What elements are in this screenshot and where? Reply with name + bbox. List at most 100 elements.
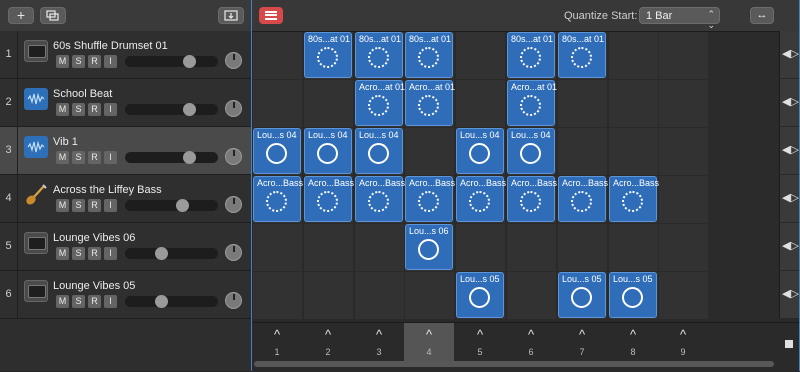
track-stop-button[interactable]: ◀▷ <box>779 175 799 222</box>
empty-cell[interactable] <box>710 32 778 79</box>
track-row[interactable]: 6 Lounge Vibes 05 M S R I <box>0 271 251 319</box>
record-enable-button[interactable]: R <box>88 55 101 68</box>
mute-button[interactable]: M <box>56 55 69 68</box>
track-row[interactable]: 4 Across the Liffey Bass M S R I <box>0 175 251 223</box>
loop-cell[interactable]: Acro...Bass <box>355 176 405 222</box>
volume-slider[interactable] <box>125 295 218 308</box>
empty-cell[interactable] <box>710 272 778 319</box>
pan-knob[interactable] <box>225 292 242 309</box>
scene-trigger[interactable]: ^ 6 <box>506 323 556 363</box>
scene-trigger[interactable]: ^ 8 <box>608 323 658 363</box>
empty-cell[interactable] <box>405 272 454 319</box>
loop-cell[interactable]: Acro...Bass <box>253 176 303 222</box>
empty-cell[interactable] <box>609 128 658 175</box>
volume-slider-handle[interactable] <box>183 55 196 68</box>
pan-knob[interactable] <box>225 52 242 69</box>
loop-cell[interactable]: 80s...at 01 <box>304 32 352 78</box>
loop-cell[interactable]: Acro...Bass <box>507 176 557 222</box>
empty-cell[interactable] <box>456 80 505 127</box>
loop-cell[interactable]: Acro...Bass <box>304 176 354 222</box>
scene-trigger[interactable]: ^ 2 <box>303 323 353 363</box>
add-track-button[interactable]: + <box>8 7 34 24</box>
loop-cell[interactable]: Lou...s 05 <box>456 272 504 318</box>
pan-knob[interactable] <box>225 100 242 117</box>
empty-cell[interactable] <box>609 32 658 79</box>
volume-slider[interactable] <box>125 199 218 212</box>
input-monitor-button[interactable]: I <box>104 55 117 68</box>
loop-cell[interactable]: Lou...s 06 <box>405 224 453 270</box>
folder-button[interactable] <box>218 7 244 24</box>
empty-cell[interactable] <box>609 224 658 271</box>
solo-button[interactable]: S <box>72 295 85 308</box>
track-row[interactable]: 2 School Beat M S R I <box>0 79 251 127</box>
record-enable-button[interactable]: R <box>88 247 101 260</box>
track-stop-button[interactable]: ◀▷ <box>779 223 799 270</box>
empty-cell[interactable] <box>355 224 404 271</box>
volume-slider[interactable] <box>125 247 218 260</box>
stop-all-icon[interactable] <box>785 340 793 348</box>
input-monitor-button[interactable]: I <box>104 151 117 164</box>
empty-cell[interactable] <box>456 32 505 79</box>
mute-button[interactable]: M <box>56 199 69 212</box>
volume-slider[interactable] <box>125 103 218 116</box>
loop-cell[interactable]: 80s...at 01 <box>558 32 606 78</box>
duplicate-track-button[interactable] <box>40 7 66 24</box>
scene-trigger[interactable]: ^ 7 <box>557 323 607 363</box>
track-row[interactable]: 3 Vib 1 M S R I <box>0 127 251 175</box>
empty-cell[interactable] <box>710 176 778 223</box>
empty-cell[interactable] <box>507 272 556 319</box>
empty-cell[interactable] <box>507 224 556 271</box>
clip-list-button[interactable] <box>259 7 283 24</box>
empty-cell[interactable] <box>253 224 302 271</box>
input-monitor-button[interactable]: I <box>104 103 117 116</box>
volume-slider-handle[interactable] <box>183 151 196 164</box>
empty-cell[interactable] <box>253 272 302 319</box>
volume-slider-handle[interactable] <box>155 295 168 308</box>
solo-button[interactable]: S <box>72 247 85 260</box>
loop-cell[interactable]: 80s...at 01 <box>405 32 453 78</box>
loop-cell[interactable]: 80s...at 01 <box>507 32 555 78</box>
track-row[interactable]: 1 60s Shuffle Drumset 01 M S R I <box>0 31 251 79</box>
track-stop-button[interactable]: ◀▷ <box>779 31 799 78</box>
empty-cell[interactable] <box>558 128 607 175</box>
loop-cell[interactable]: Lou...s 05 <box>558 272 606 318</box>
empty-cell[interactable] <box>710 224 778 271</box>
loop-cell[interactable]: Acro...at 01 <box>405 80 455 126</box>
mute-button[interactable]: M <box>56 295 69 308</box>
scene-trigger[interactable]: ^ 5 <box>455 323 505 363</box>
solo-button[interactable]: S <box>72 103 85 116</box>
loop-cell[interactable]: Lou...s 04 <box>507 128 555 174</box>
loop-cell[interactable]: Acro...at 01 <box>355 80 405 126</box>
empty-cell[interactable] <box>558 80 607 127</box>
loop-cell[interactable]: Lou...s 04 <box>253 128 301 174</box>
empty-cell[interactable] <box>659 272 708 319</box>
pan-knob[interactable] <box>225 244 242 261</box>
loop-cell[interactable]: Lou...s 04 <box>304 128 352 174</box>
volume-slider-handle[interactable] <box>176 199 189 212</box>
horizontal-scrollbar[interactable] <box>254 361 774 367</box>
loop-cell[interactable]: Acro...Bass <box>609 176 659 222</box>
empty-cell[interactable] <box>304 80 353 127</box>
record-enable-button[interactable]: R <box>88 151 101 164</box>
loop-cell[interactable]: Lou...s 04 <box>456 128 504 174</box>
empty-cell[interactable] <box>253 80 302 127</box>
empty-cell[interactable] <box>253 32 302 79</box>
volume-slider[interactable] <box>125 151 218 164</box>
track-stop-button[interactable]: ◀▷ <box>779 79 799 126</box>
loop-cell[interactable]: Acro...at 01 <box>507 80 557 126</box>
mute-button[interactable]: M <box>56 247 69 260</box>
solo-button[interactable]: S <box>72 55 85 68</box>
empty-cell[interactable] <box>456 224 505 271</box>
empty-cell[interactable] <box>659 176 708 223</box>
input-monitor-button[interactable]: I <box>104 295 117 308</box>
expand-horizontal-button[interactable]: ↔ <box>750 7 774 24</box>
empty-cell[interactable] <box>659 224 708 271</box>
quantize-start-select[interactable]: 1 Bar ⌃ ⌄ <box>639 7 720 30</box>
empty-cell[interactable] <box>558 224 607 271</box>
track-row[interactable]: 5 Lounge Vibes 06 M S R I <box>0 223 251 271</box>
pan-knob[interactable] <box>225 148 242 165</box>
scene-trigger[interactable]: ^ 1 <box>252 323 302 363</box>
track-stop-button[interactable]: ◀▷ <box>779 127 799 174</box>
scene-trigger[interactable]: ^ 3 <box>354 323 404 363</box>
loop-cell[interactable]: Acro...Bass <box>558 176 608 222</box>
